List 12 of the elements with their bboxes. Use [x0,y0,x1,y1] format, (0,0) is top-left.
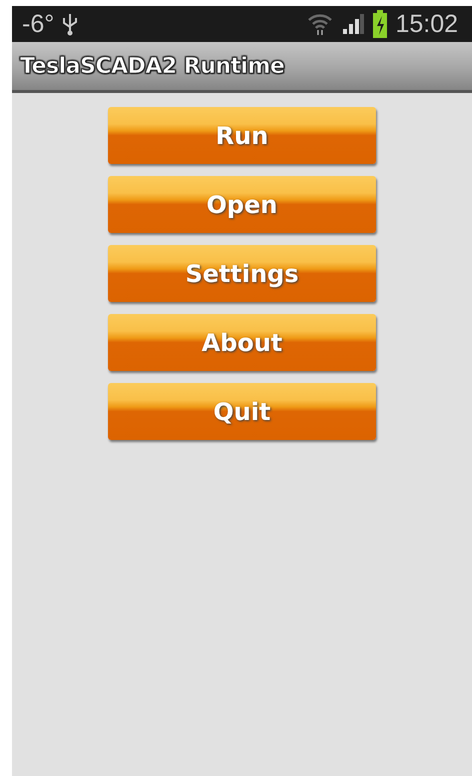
signal-icon [341,12,366,36]
battery-icon [373,10,388,38]
menu-button[interactable]: Quit [108,383,376,440]
menu-button[interactable]: Open [108,176,376,233]
temperature-reading: -6° [22,10,54,38]
app-title: TeslaSCADA2 Runtime [20,54,284,78]
clock-time: 15:02 [395,10,458,38]
menu-button[interactable]: About [108,314,376,371]
menu-button[interactable]: Run [108,107,376,164]
usb-icon [62,12,78,36]
wifi-icon [307,12,334,36]
menu-button[interactable]: Settings [108,245,376,302]
